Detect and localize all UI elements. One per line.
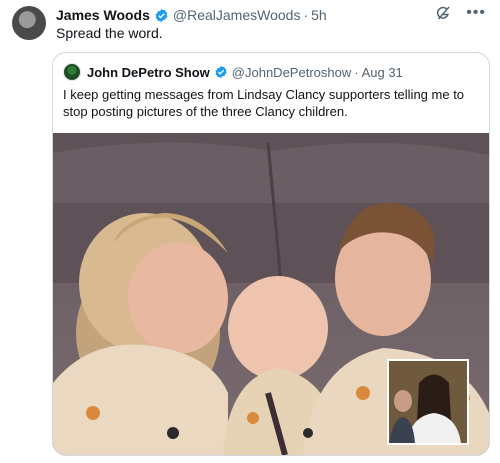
separator-dot: ·: [354, 64, 359, 80]
quoted-photo[interactable]: [53, 133, 489, 455]
quoted-author-name[interactable]: John DePetro Show: [87, 65, 210, 80]
quoted-tweet[interactable]: John DePetro Show @JohnDePetroshow · Aug…: [52, 52, 490, 456]
tweet-actions: •••: [434, 4, 486, 22]
tweet-time[interactable]: 5h: [311, 7, 327, 23]
author-avatar[interactable]: [12, 6, 46, 40]
inset-illustration: [389, 361, 467, 443]
quoted-author-handle[interactable]: @JohnDePetroshow: [232, 65, 351, 80]
verified-badge-icon: [155, 8, 168, 22]
verified-badge-icon: [215, 65, 227, 79]
tweet[interactable]: James Woods @RealJamesWoods · 5h ••• Spr…: [0, 0, 500, 463]
tweet-text: Spread the word.: [56, 25, 163, 41]
tweet-header: James Woods @RealJamesWoods · 5h: [56, 6, 327, 24]
author-name[interactable]: James Woods: [56, 7, 150, 23]
more-options-icon[interactable]: •••: [466, 4, 486, 22]
quoted-author-avatar[interactable]: [63, 63, 81, 81]
quoted-date[interactable]: Aug 31: [362, 65, 403, 80]
quoted-header: John DePetro Show @JohnDePetroshow · Aug…: [63, 63, 403, 81]
quoted-text: I keep getting messages from Lindsay Cla…: [63, 87, 465, 119]
author-handle[interactable]: @RealJamesWoods: [173, 7, 301, 23]
separator-dot: ·: [303, 7, 309, 23]
inset-photo: [387, 359, 469, 445]
grok-icon[interactable]: [434, 4, 452, 22]
